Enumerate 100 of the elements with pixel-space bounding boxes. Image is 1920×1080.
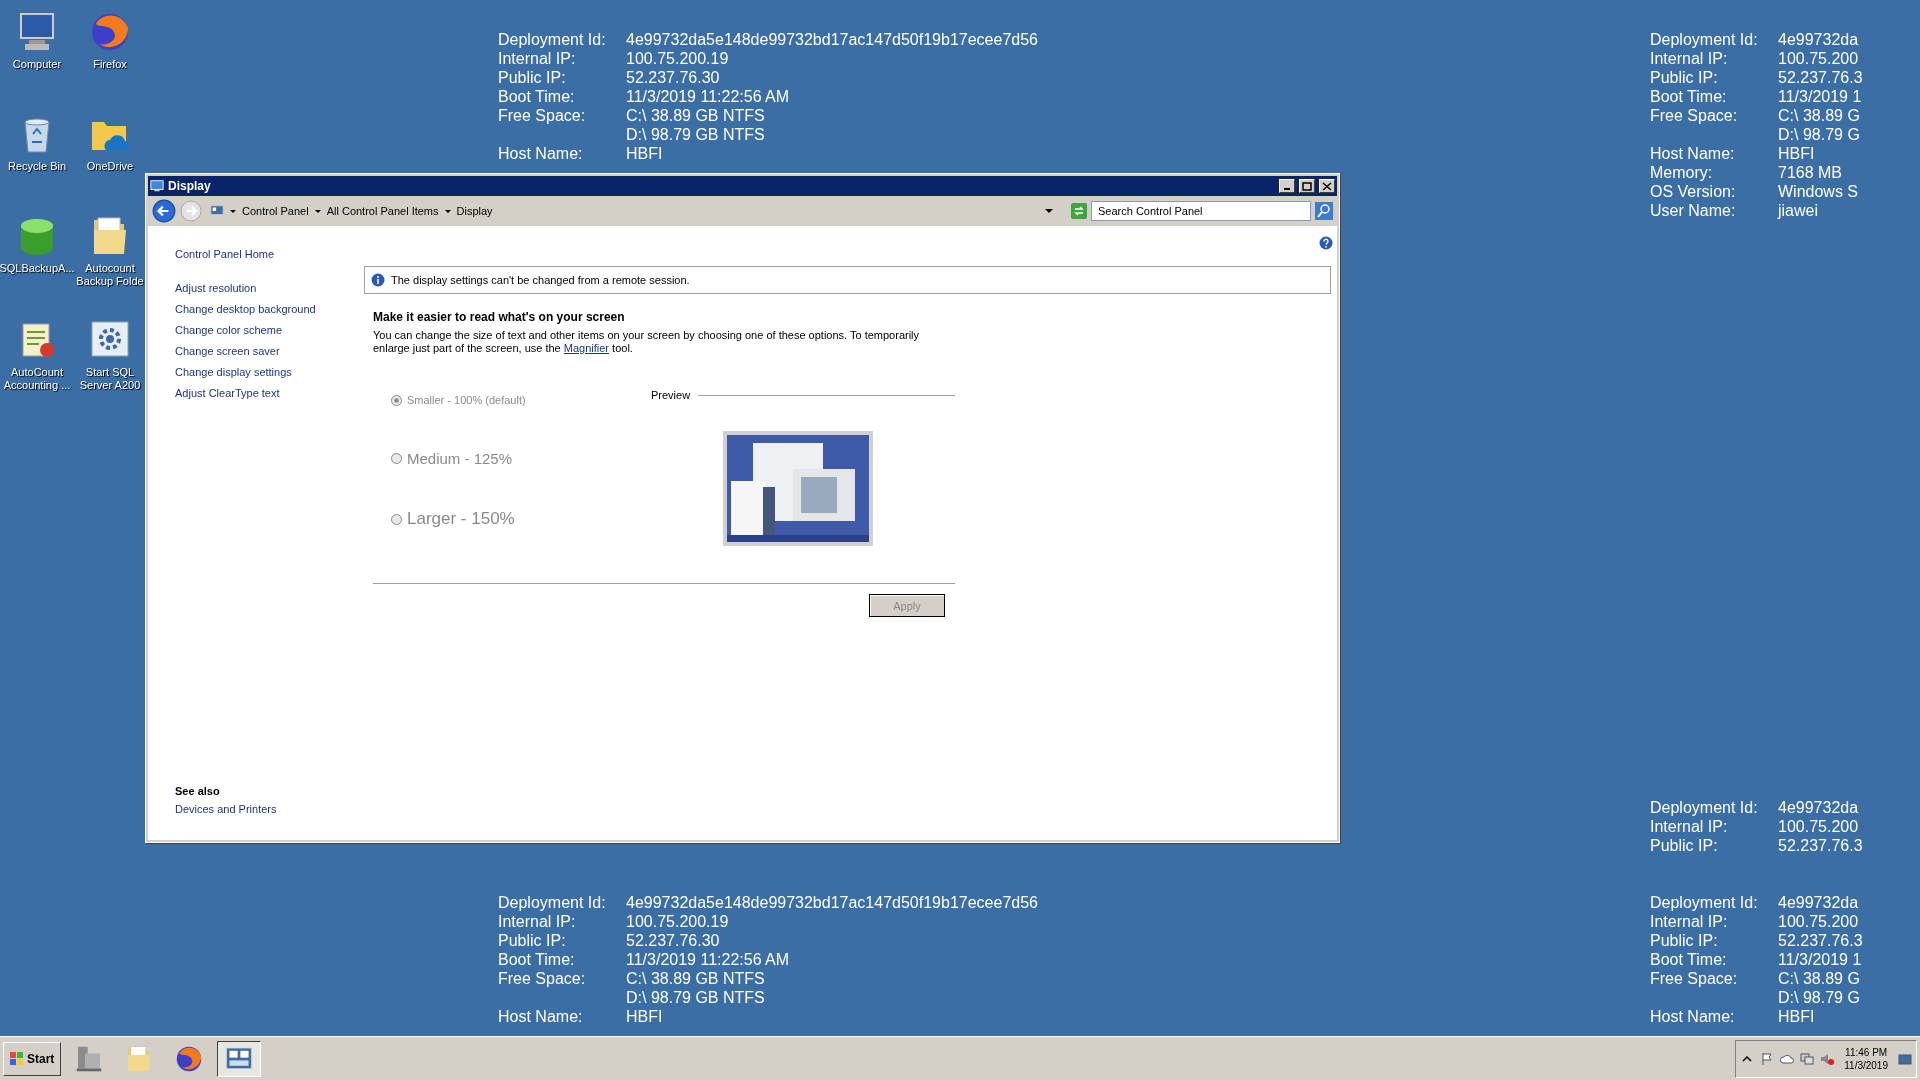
sidebar-link[interactable]: Change display settings <box>175 364 358 381</box>
info-value: Windows S <box>1778 182 1860 201</box>
sidebar-link[interactable]: Devices and Printers <box>175 801 358 818</box>
info-label: Deployment Id: <box>1650 893 1759 912</box>
window-title: Display <box>168 179 211 193</box>
info-value: 4e99732da <box>1778 30 1860 49</box>
info-value: D:\ 98.79 GB NTFS <box>626 125 766 144</box>
clock-time[interactable]: 11:46 PM <box>1845 1045 1888 1059</box>
option-label: Smaller - 100% (default) <box>407 394 526 406</box>
info-value: 11/3/2019 1 <box>1778 87 1863 106</box>
info-label: Boot Time: <box>1650 950 1728 969</box>
info-value: 100.75.200.19 <box>626 49 730 68</box>
help-icon[interactable] <box>1319 236 1333 250</box>
show-desktop-icon[interactable] <box>1898 1051 1912 1066</box>
info-label: Deployment Id: <box>1650 798 1759 817</box>
info-value: 52.237.76.3 <box>1778 68 1863 87</box>
option-label: Medium - 125% <box>407 449 513 467</box>
info-value: 4e99732da <box>1778 893 1860 912</box>
option-label: Larger - 150% <box>407 509 515 529</box>
info-value: 4e99732da <box>1778 798 1860 817</box>
maximize-button[interactable] <box>1299 179 1315 193</box>
minimize-icon <box>1284 188 1290 190</box>
info-value: 52.237.76.30 <box>626 931 721 950</box>
info-label: Host Name: <box>498 1007 584 1026</box>
caret-icon[interactable] <box>444 209 451 213</box>
network-icon[interactable] <box>1800 1051 1815 1066</box>
section-heading: Make it easier to read what's on your screen <box>373 310 626 324</box>
info-value: 4e99732da5e148de99732bd17ac147d50f19b17ecee7d56 <box>626 30 1038 49</box>
info-value: C:\ 38.89 G <box>1778 969 1861 988</box>
info-label: Public IP: <box>1650 931 1719 950</box>
icon-label[interactable]: Recycle Bin <box>7 160 67 173</box>
sidebar-link[interactable]: Control Panel Home <box>175 246 358 263</box>
control-panel-icon <box>210 204 224 218</box>
sidebar-link[interactable]: Change color scheme <box>175 322 358 339</box>
info-value: C:\ 38.89 G <box>1778 106 1861 125</box>
sidebar-link[interactable]: Adjust ClearType text <box>175 385 358 402</box>
icon-label[interactable]: Computer <box>12 58 62 71</box>
info-value: C:\ 38.89 GB NTFS <box>626 969 766 988</box>
icon-label[interactable]: SQLBackupA... <box>0 262 75 275</box>
four-squares-icon <box>10 1051 24 1066</box>
info-label: Free Space: <box>1650 969 1739 988</box>
info-value: D:\ 98.79 GB NTFS <box>626 988 766 1007</box>
info-label: Public IP: <box>498 931 567 950</box>
minimize-button[interactable] <box>1279 179 1295 193</box>
sidebar-link[interactable]: Adjust resolution <box>175 280 358 297</box>
info-value: 52.237.76.3 <box>1778 836 1863 855</box>
caret-icon[interactable] <box>230 209 236 213</box>
caret-icon[interactable] <box>314 209 321 213</box>
close-button[interactable] <box>1319 179 1335 193</box>
info-value: 100.75.200 <box>1778 912 1860 931</box>
caret-icon[interactable] <box>1045 209 1053 213</box>
section-heading: See also <box>175 785 221 797</box>
search-button[interactable] <box>1315 202 1333 220</box>
icon-label[interactable]: Start SQL Server A200 <box>76 366 144 392</box>
info-value: 11/3/2019 1 <box>1778 950 1863 969</box>
info-label: Public IP: <box>498 68 567 87</box>
breadcrumb-item[interactable]: Control Panel <box>242 205 309 217</box>
info-value: HBFI <box>626 144 664 163</box>
icon-label[interactable]: OneDrive <box>86 160 134 173</box>
sidebar-link[interactable]: Change desktop background <box>175 301 358 318</box>
info-label: Internal IP: <box>1650 49 1729 68</box>
info-label: Free Space: <box>1650 106 1739 125</box>
info-label: Boot Time: <box>1650 87 1728 106</box>
breadcrumb-item[interactable]: All Control Panel Items <box>326 205 439 217</box>
close-icon <box>1322 181 1332 191</box>
preview-label: Preview <box>651 389 691 401</box>
magnifier-link[interactable]: Magnifier <box>563 342 610 354</box>
breadcrumb-item[interactable]: Display <box>456 205 493 217</box>
refresh-button[interactable] <box>1071 203 1087 219</box>
info-value: HBFI <box>626 1007 664 1026</box>
info-label: Deployment Id: <box>498 893 607 912</box>
info-label: Host Name: <box>1650 1007 1736 1026</box>
notice-text: The display settings can't be changed from a remote session. <box>391 274 690 286</box>
taskbar-button[interactable] <box>217 1040 262 1077</box>
info-value: 100.75.200 <box>1778 817 1860 836</box>
info-label: Free Space: <box>498 969 587 988</box>
info-label: Memory: <box>1650 163 1714 182</box>
back-button[interactable] <box>152 199 176 223</box>
info-value: C:\ 38.89 GB NTFS <box>626 106 766 125</box>
icon-label[interactable]: AutoCount Accounting ... <box>3 366 71 392</box>
sidebar-link[interactable]: Change screen saver <box>175 343 358 360</box>
info-label: Internal IP: <box>498 912 577 931</box>
flag-icon[interactable] <box>1760 1051 1775 1066</box>
info-label: Internal IP: <box>1650 817 1729 836</box>
search-field[interactable]: Search Control Panel <box>1091 201 1311 221</box>
speaker-muted-icon[interactable] <box>1820 1051 1835 1066</box>
info-value: 11/3/2019 11:22:56 AM <box>626 87 791 106</box>
icon-label[interactable]: Autocount Backup Folde <box>76 262 144 288</box>
info-value: D:\ 98.79 G <box>1778 125 1861 144</box>
icon-label[interactable]: Firefox <box>93 58 127 71</box>
info-label: Host Name: <box>498 144 584 163</box>
start-button[interactable]: Start <box>3 1041 62 1076</box>
info-value: 11/3/2019 11:22:56 AM <box>626 950 791 969</box>
info-value: 4e99732da5e148de99732bd17ac147d50f19b17ecee7d56 <box>626 893 1038 912</box>
info-label: OS Version: <box>1650 182 1737 201</box>
info-label: Public IP: <box>1650 836 1719 855</box>
info-value: 52.237.76.3 <box>1778 931 1863 950</box>
info-label: User Name: <box>1650 201 1737 220</box>
info-value: 100.75.200.19 <box>626 912 730 931</box>
clock-date[interactable]: 11/3/2019 <box>1844 1058 1888 1072</box>
